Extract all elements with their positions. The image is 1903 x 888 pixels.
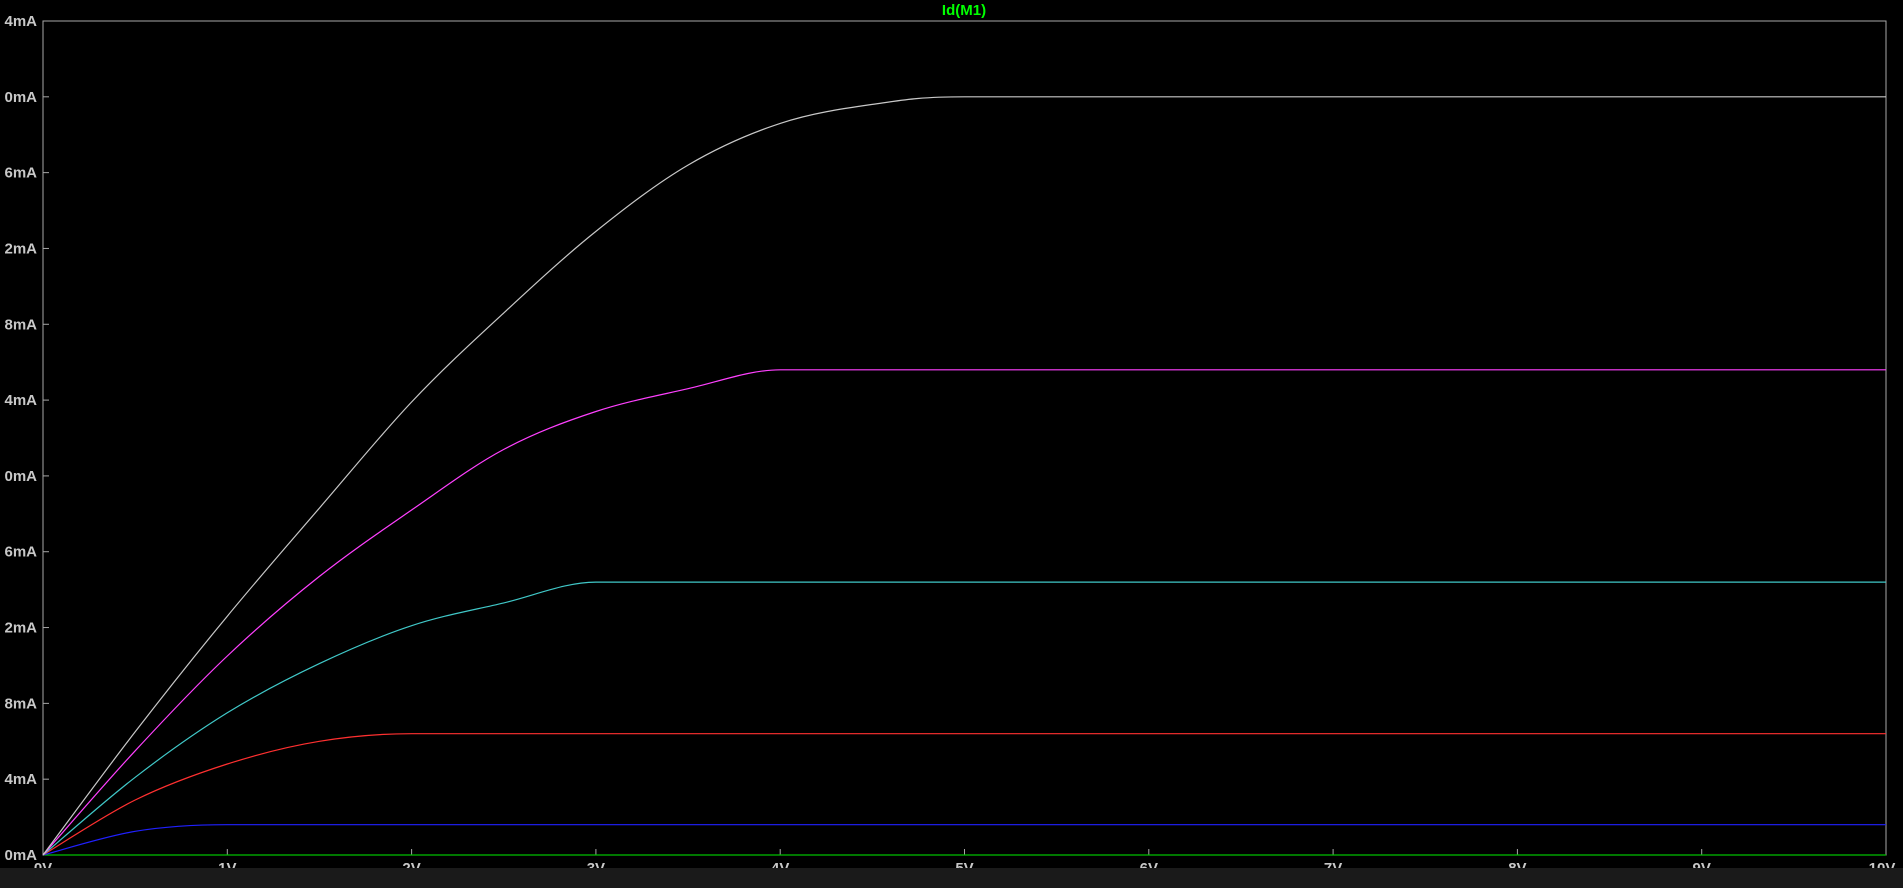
y-tick-label: 6mA (4, 165, 37, 182)
y-tick-label: 2mA (4, 620, 37, 637)
plot-frame (42, 20, 1887, 856)
plot-window: Id(M1) 0V1V2V3V4V5V6V7V8V9V10V0mA4mA8mA2… (0, 0, 1903, 888)
series-group (42, 96, 1887, 856)
y-tick-label: 2mA (4, 240, 37, 257)
series-line-4[interactable] (42, 581, 1886, 856)
y-tick-label: 4mA (4, 771, 37, 788)
status-strip (0, 868, 1903, 888)
series-line-5[interactable] (42, 369, 1886, 856)
y-tick-label: 0mA (4, 847, 37, 864)
y-tick-label: 8mA (4, 316, 37, 333)
y-tick-label: 8mA (4, 695, 37, 712)
trace-title[interactable]: Id(M1) (942, 2, 986, 19)
series-line-3[interactable] (42, 733, 1886, 856)
y-tick-label: 6mA (4, 544, 37, 561)
y-tick-label: 0mA (4, 468, 37, 485)
y-tick-label: 0mA (4, 89, 37, 106)
y-tick-label: 4mA (4, 392, 37, 409)
waveform-plot[interactable]: Id(M1) 0V1V2V3V4V5V6V7V8V9V10V0mA4mA8mA2… (0, 0, 1903, 888)
y-tick-label: 4mA (4, 13, 37, 30)
